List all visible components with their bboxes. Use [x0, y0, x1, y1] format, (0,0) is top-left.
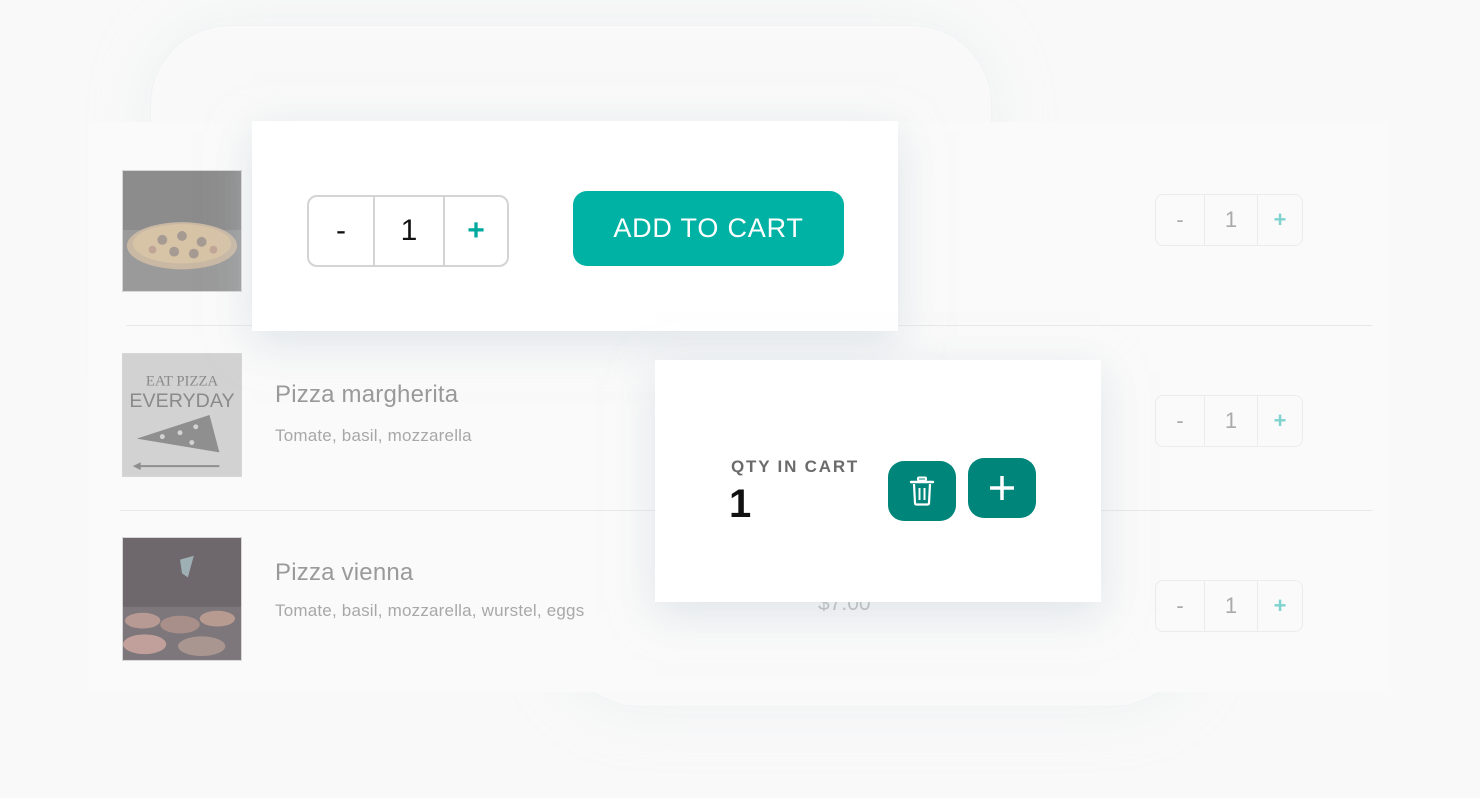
product-image-pepperoni [122, 170, 242, 292]
add-to-cart-button[interactable]: ADD TO CART [573, 191, 844, 266]
increment-button[interactable]: + [1258, 396, 1302, 446]
decrement-button[interactable]: - [1156, 195, 1205, 245]
product-image-vienna [122, 537, 242, 661]
pizza-oven-photo-icon [123, 538, 241, 660]
decrement-button[interactable]: - [309, 197, 375, 265]
increment-button[interactable]: + [445, 197, 507, 265]
quantity-value[interactable]: 1 [1205, 581, 1258, 631]
quantity-stepper: - 1 + [307, 195, 509, 267]
remove-from-cart-button[interactable] [888, 461, 956, 521]
eat-pizza-everyday-poster-icon: EAT PIZZA EVERYDAY [123, 354, 241, 476]
quantity-stepper: - 1 + [1155, 580, 1303, 632]
quantity-value[interactable]: 1 [1205, 396, 1258, 446]
poster-text-line1: EAT PIZZA [146, 374, 219, 390]
product-name: Pizza margherita [275, 381, 459, 408]
pizza-pepperoni-photo-icon [123, 171, 241, 291]
decrement-button[interactable]: - [1156, 396, 1205, 446]
decrement-button[interactable]: - [1156, 581, 1205, 631]
quantity-stepper: - 1 + [1155, 395, 1303, 447]
plus-icon [990, 476, 1014, 500]
add-to-cart-card: - 1 + ADD TO CART [252, 121, 898, 331]
qty-in-cart-value: 1 [729, 482, 752, 526]
quantity-value[interactable]: 1 [1205, 195, 1258, 245]
increment-button[interactable]: + [1258, 581, 1302, 631]
quantity-stepper: - 1 + [1155, 194, 1303, 246]
cart-quantity-card: QTY IN CART 1 [655, 360, 1101, 602]
qty-in-cart-label: QTY IN CART [731, 457, 860, 476]
poster-text-line2: EVERYDAY [129, 390, 234, 412]
product-image-margherita: EAT PIZZA EVERYDAY [122, 353, 242, 477]
increment-button[interactable]: + [1258, 195, 1302, 245]
product-name: Pizza vienna [275, 559, 414, 586]
add-more-button[interactable] [968, 458, 1036, 518]
quantity-input[interactable]: 1 [375, 197, 445, 265]
product-description: Tomate, basil, mozzarella, wurstel, eggs [275, 601, 585, 620]
product-description: Tomate, basil, mozzarella [275, 426, 472, 445]
trash-icon [909, 476, 935, 506]
